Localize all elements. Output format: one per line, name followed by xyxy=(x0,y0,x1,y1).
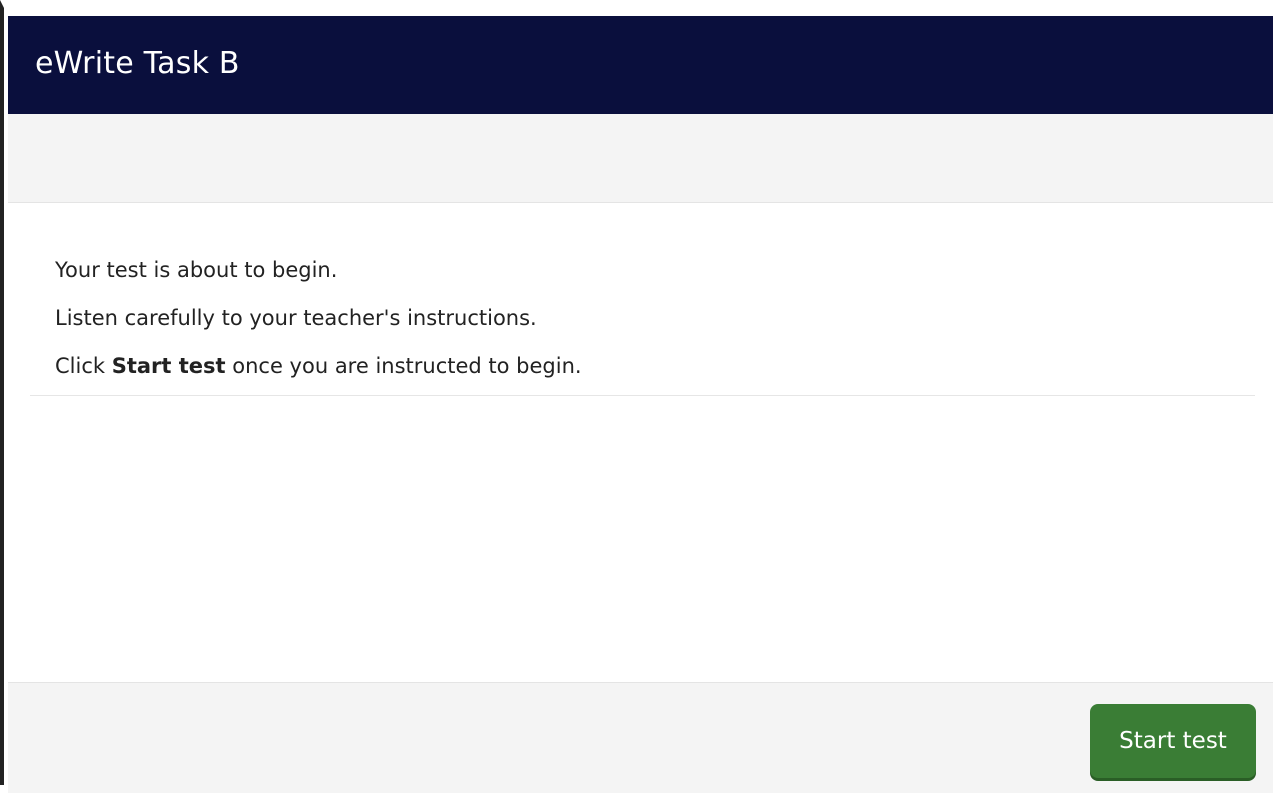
instruction-line-3: Click Start test once you are instructed… xyxy=(55,354,1255,378)
footer-bar: Start test xyxy=(8,682,1273,793)
toolbar-area xyxy=(8,114,1273,203)
start-test-button[interactable]: Start test xyxy=(1090,704,1256,778)
page-title: eWrite Task B xyxy=(35,45,240,81)
instructions-panel: Your test is about to begin. Listen care… xyxy=(30,258,1255,396)
instruction-line-3-suffix: once you are instructed to begin. xyxy=(225,354,582,378)
app-frame: eWrite Task B Your test is about to begi… xyxy=(0,0,1273,793)
instruction-line-3-prefix: Click xyxy=(55,354,112,378)
main-content: Your test is about to begin. Listen care… xyxy=(8,203,1273,683)
instruction-line-3-bold: Start test xyxy=(111,354,226,378)
instruction-line-2: Listen carefully to your teacher's instr… xyxy=(55,306,537,330)
app-header: eWrite Task B xyxy=(8,16,1273,114)
instruction-line-1: Your test is about to begin. xyxy=(55,258,338,282)
